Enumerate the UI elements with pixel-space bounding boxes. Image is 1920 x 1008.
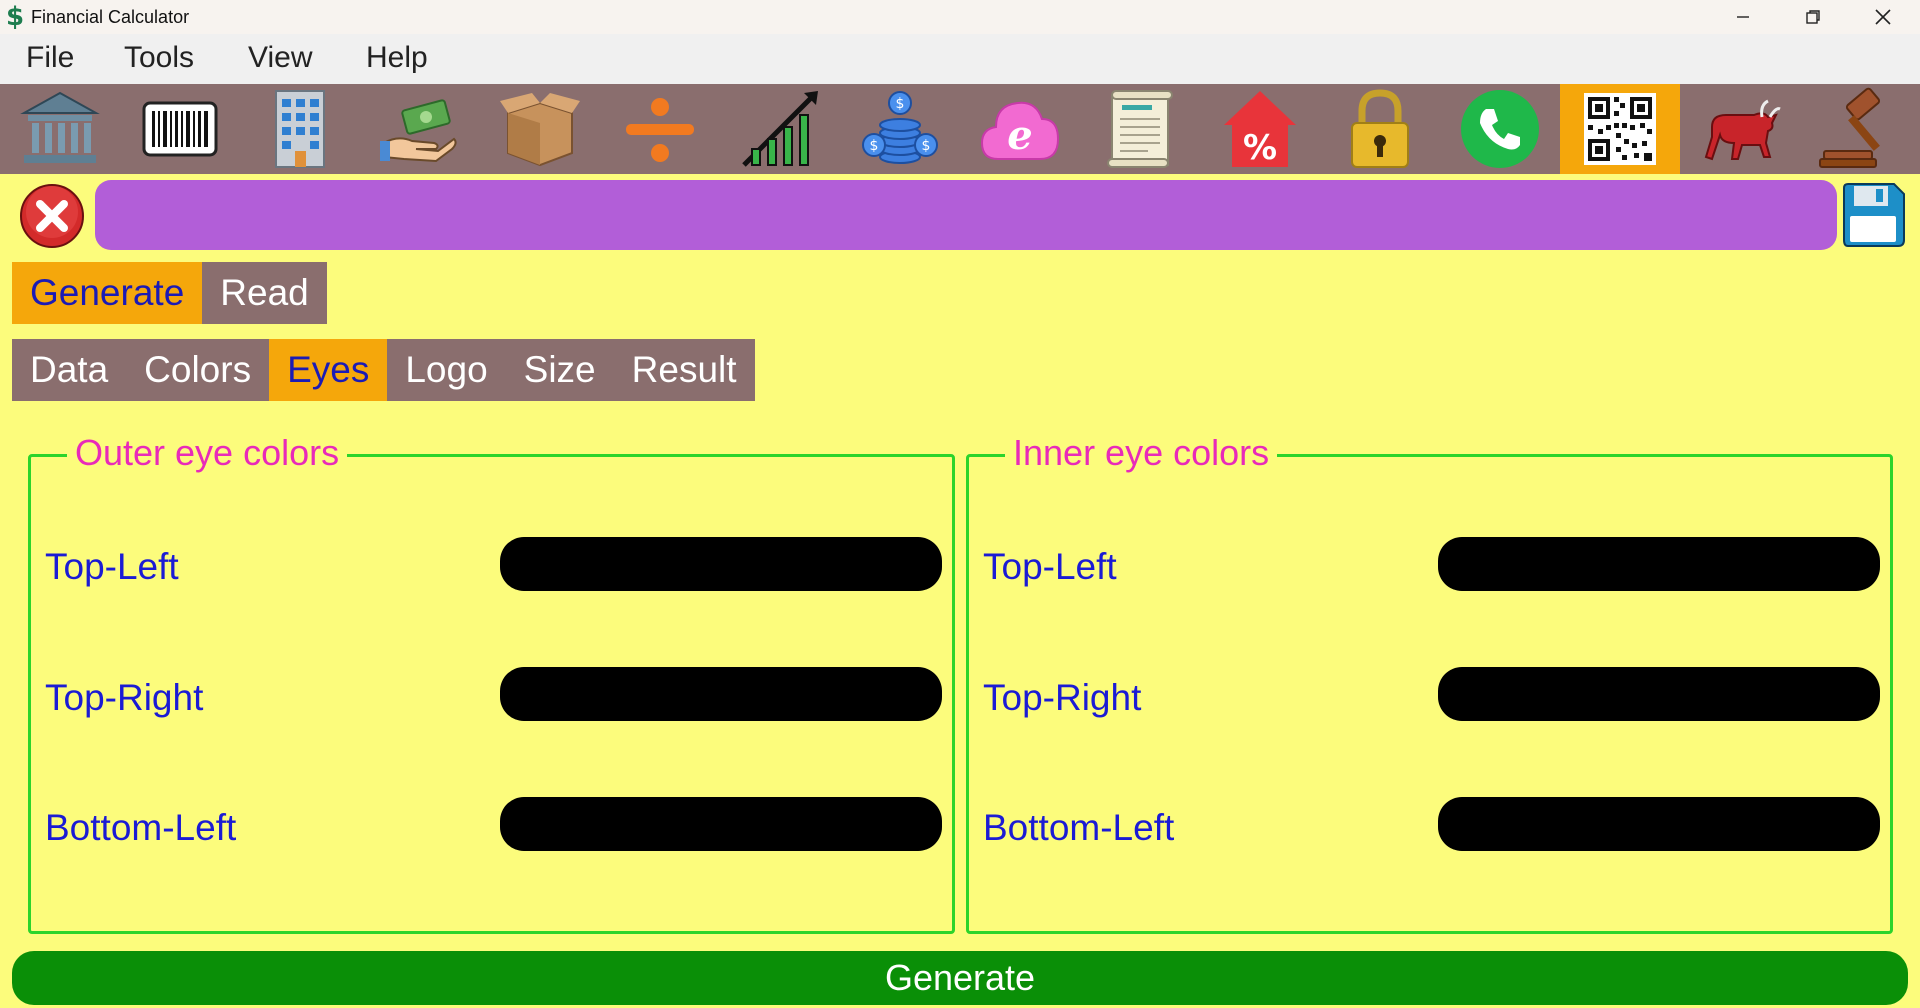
percent-house-icon: %: [1224, 91, 1296, 168]
tab-read[interactable]: Read: [202, 262, 326, 324]
tool-scroll[interactable]: [1080, 84, 1200, 174]
tool-barcode[interactable]: [120, 84, 240, 174]
growth-chart-icon: [742, 91, 818, 167]
outer-top-right-color-field[interactable]: [500, 667, 942, 721]
tab-size[interactable]: Size: [506, 339, 614, 401]
tool-lock[interactable]: [1320, 84, 1440, 174]
outer-top-left-color-field[interactable]: [500, 537, 942, 591]
floppy-disk-icon: [1843, 183, 1905, 247]
window-close-button[interactable]: [1850, 0, 1916, 34]
tool-qr-code[interactable]: [1560, 84, 1680, 174]
tool-coins[interactable]: $ $ $: [840, 84, 960, 174]
outer-bottom-left-label: Bottom-Left: [45, 807, 237, 848]
close-icon: [1875, 9, 1891, 25]
tool-cloud-browser[interactable]: e: [960, 84, 1080, 174]
inner-eye-colors-legend: Inner eye colors: [1005, 425, 1278, 481]
svg-text:%: %: [1243, 128, 1277, 168]
tab-eyes[interactable]: Eyes: [269, 339, 388, 401]
inner-top-left-color-field[interactable]: [1438, 537, 1880, 591]
menu-bar: File Tools View Help: [0, 34, 1920, 84]
svg-text:$: $: [922, 138, 931, 154]
tab-colors[interactable]: Colors: [126, 339, 269, 401]
minimize-icon: [1737, 16, 1749, 18]
tool-gavel[interactable]: [1800, 84, 1920, 174]
box-icon: [500, 93, 580, 167]
inner-top-right-color-field[interactable]: [1438, 667, 1880, 721]
outer-top-right-label: Top-Right: [45, 677, 204, 718]
title-bar: $ Financial Calculator: [0, 0, 1920, 34]
divide-icon: [626, 98, 694, 162]
tool-box[interactable]: [480, 84, 600, 174]
gavel-icon: [1819, 87, 1881, 168]
bank-icon: [20, 91, 100, 163]
tool-building[interactable]: [240, 84, 360, 174]
tool-loan[interactable]: [360, 84, 480, 174]
save-button[interactable]: [1840, 182, 1906, 248]
outer-bottom-left-color-field[interactable]: [500, 797, 942, 851]
tool-bank[interactable]: [0, 84, 120, 174]
scroll-icon: [1107, 90, 1173, 168]
window-title: Financial Calculator: [31, 7, 190, 27]
inner-bottom-left-color-field[interactable]: [1438, 797, 1880, 851]
title-input[interactable]: [95, 180, 1837, 250]
coins-icon: $ $ $: [862, 91, 938, 164]
minimize-button[interactable]: [1710, 0, 1776, 34]
restore-icon: [1806, 10, 1820, 24]
building-icon: [275, 90, 325, 168]
cloud-browser-icon: e: [980, 101, 1060, 160]
menu-tools[interactable]: Tools: [124, 40, 194, 76]
menu-help[interactable]: Help: [366, 40, 428, 76]
tool-bull[interactable]: [1680, 84, 1800, 174]
clear-button[interactable]: [18, 182, 86, 250]
restore-button[interactable]: [1780, 0, 1846, 34]
svg-text:$: $: [870, 138, 879, 154]
tab-result[interactable]: Result: [614, 339, 755, 401]
phone-icon: [1461, 90, 1539, 168]
barcode-icon: [142, 101, 218, 157]
outer-eye-colors-group: Outer eye colors Top-Left Top-Right Bott…: [28, 425, 955, 934]
tool-divide[interactable]: [600, 84, 720, 174]
sub-tab-bar: Data Colors Eyes Logo Size Result: [12, 339, 755, 401]
outer-eye-colors-legend: Outer eye colors: [67, 425, 348, 481]
inner-eye-colors-group: Inner eye colors Top-Left Top-Right Bott…: [966, 425, 1893, 934]
generate-button[interactable]: Generate: [12, 951, 1908, 1005]
tool-phone[interactable]: [1440, 84, 1560, 174]
toolbar: $ $ $ e %: [0, 84, 1920, 174]
svg-text:e: e: [1007, 112, 1032, 159]
inner-bottom-left-label: Bottom-Left: [983, 807, 1175, 848]
dollar-icon: $: [5, 2, 25, 32]
tab-data[interactable]: Data: [12, 339, 126, 401]
bull-icon: [1704, 99, 1781, 161]
menu-file[interactable]: File: [26, 40, 74, 76]
menu-view[interactable]: View: [248, 40, 312, 76]
padlock-icon: [1351, 89, 1409, 168]
qr-code-icon: [1584, 93, 1656, 165]
money-hand-icon: [380, 99, 457, 163]
inner-top-left-label: Top-Left: [983, 546, 1117, 587]
tab-logo[interactable]: Logo: [387, 339, 505, 401]
inner-top-right-label: Top-Right: [983, 677, 1142, 718]
tool-percent[interactable]: %: [1200, 84, 1320, 174]
tool-growth[interactable]: [720, 84, 840, 174]
outer-top-left-label: Top-Left: [45, 546, 179, 587]
svg-text:$: $: [896, 96, 905, 112]
tab-generate[interactable]: Generate: [12, 262, 203, 324]
close-icon: [20, 184, 84, 248]
main-tab-bar: Generate Read: [12, 262, 327, 324]
